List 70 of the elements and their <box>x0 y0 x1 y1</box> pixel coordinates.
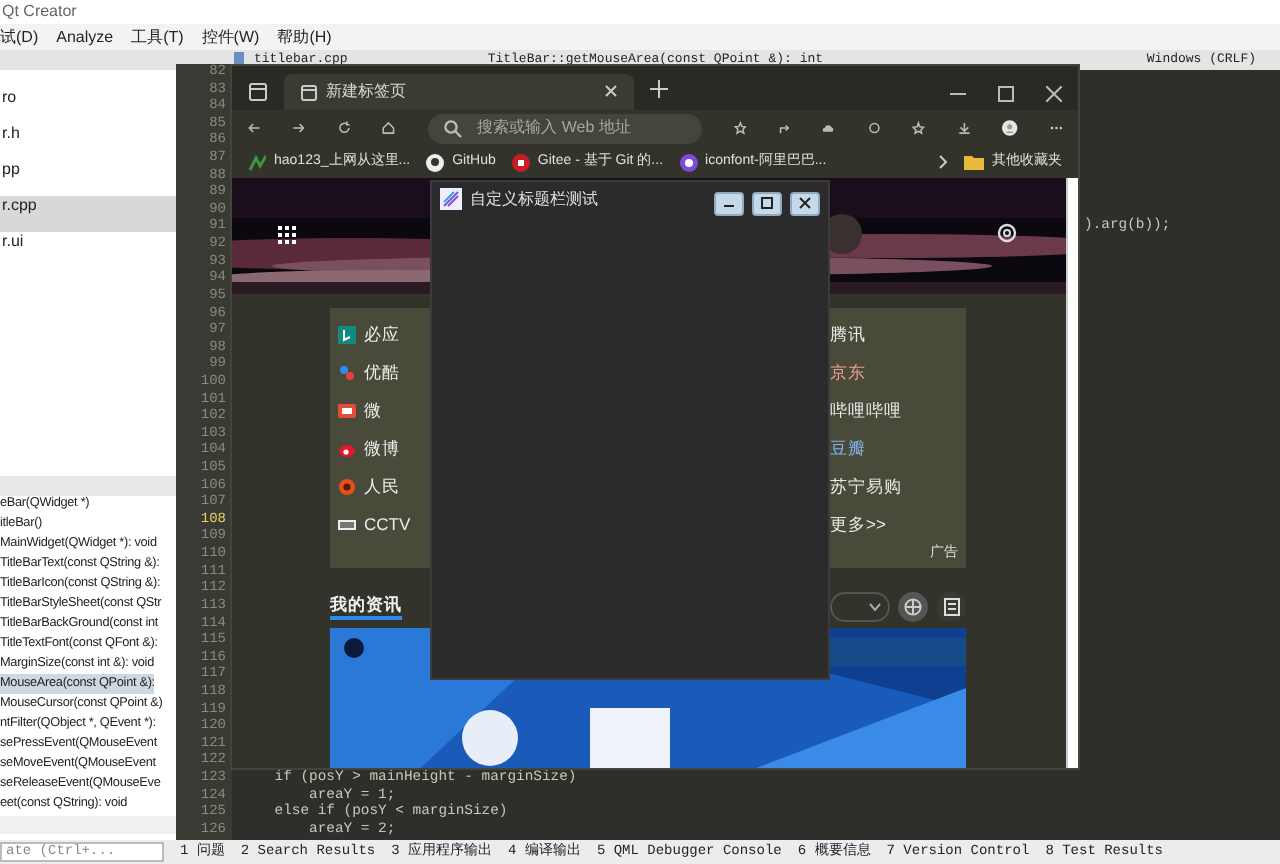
scrollbar[interactable] <box>0 816 176 834</box>
feed-tab[interactable]: 我的资讯 <box>330 591 402 621</box>
site-link[interactable]: 人民 <box>338 468 400 506</box>
site-icon <box>338 326 356 344</box>
site-icon <box>338 364 356 382</box>
tree-item[interactable]: r.h <box>0 124 176 160</box>
download-icon[interactable] <box>957 118 970 138</box>
close-icon[interactable] <box>604 84 618 99</box>
refresh-icon[interactable] <box>337 118 351 138</box>
more-icon[interactable] <box>1049 124 1063 132</box>
close-icon[interactable] <box>1046 86 1062 102</box>
menu-item[interactable]: 控件(W) <box>201 24 260 50</box>
chevron-down-icon <box>868 601 882 611</box>
new-tab-icon[interactable] <box>650 80 668 99</box>
list-view-button[interactable] <box>936 591 966 621</box>
close-button[interactable] <box>790 191 820 215</box>
site-link[interactable]: 微 <box>338 392 382 430</box>
profile-avatar-icon[interactable] <box>1002 116 1018 140</box>
home-icon[interactable] <box>382 118 396 138</box>
tree-item[interactable]: r.ui <box>0 232 176 268</box>
folder-icon <box>964 154 984 170</box>
site-link[interactable]: 京东 <box>830 354 866 392</box>
site-link[interactable]: 必应 <box>338 316 400 354</box>
site-icon <box>248 153 266 171</box>
menu-item[interactable]: 帮助(H) <box>277 24 332 50</box>
search-icon <box>443 119 462 137</box>
site-link[interactable]: 腾讯 <box>830 316 866 354</box>
minimize-button[interactable] <box>714 191 744 215</box>
site-link[interactable]: 微博 <box>338 430 400 468</box>
app-icon <box>440 188 462 210</box>
site-icon <box>338 478 356 496</box>
scrollbar[interactable] <box>1066 178 1078 768</box>
maximize-button[interactable] <box>752 191 782 215</box>
menu-item[interactable]: 工具(T) <box>131 24 184 50</box>
maximize-icon[interactable] <box>998 86 1014 102</box>
page-icon <box>300 83 318 101</box>
window-title: Qt Creator <box>0 0 1280 24</box>
settings-icon[interactable] <box>996 222 1018 244</box>
site-link[interactable]: 苏宁易购 <box>830 468 902 506</box>
tab-actions-icon[interactable] <box>248 82 268 102</box>
site-link[interactable]: 豆瓣 <box>830 430 866 468</box>
menu-item[interactable]: Analyze <box>56 24 114 50</box>
collections-icon[interactable] <box>912 118 926 138</box>
site-icon <box>426 153 445 171</box>
site-icon <box>679 153 698 171</box>
site-link[interactable]: 哔哩哔哩 <box>830 392 902 430</box>
globe-icon <box>904 597 922 615</box>
forward-icon[interactable] <box>292 118 306 138</box>
site-icon <box>511 153 530 171</box>
favorite-star-icon[interactable] <box>733 118 746 138</box>
tree-item[interactable]: pp <box>0 160 176 196</box>
menu-item[interactable]: 试(D) <box>0 24 39 50</box>
list-icon <box>943 597 959 615</box>
site-link[interactable]: 优酷 <box>338 354 400 392</box>
dialog-title: 自定义标题栏测试 <box>470 187 598 211</box>
back-icon[interactable] <box>248 118 261 138</box>
site-link[interactable]: CCTV <box>338 506 411 544</box>
grid-view-button[interactable] <box>898 591 928 621</box>
site-link[interactable]: 更多>> <box>830 506 886 544</box>
site-icon <box>338 516 356 534</box>
chevron-right-icon[interactable] <box>938 154 948 170</box>
site-icon <box>338 440 356 458</box>
close-icon <box>798 196 812 210</box>
tree-item[interactable]: ro <box>0 88 176 124</box>
apps-grid-icon[interactable] <box>278 226 296 244</box>
maximize-icon <box>760 196 774 210</box>
site-icon <box>338 402 356 420</box>
address-bar[interactable]: 搜索或输入 Web 地址 <box>427 113 702 143</box>
browser-tab[interactable]: 新建标签页 <box>284 74 634 110</box>
tree-item[interactable]: r.cpp <box>0 196 176 232</box>
